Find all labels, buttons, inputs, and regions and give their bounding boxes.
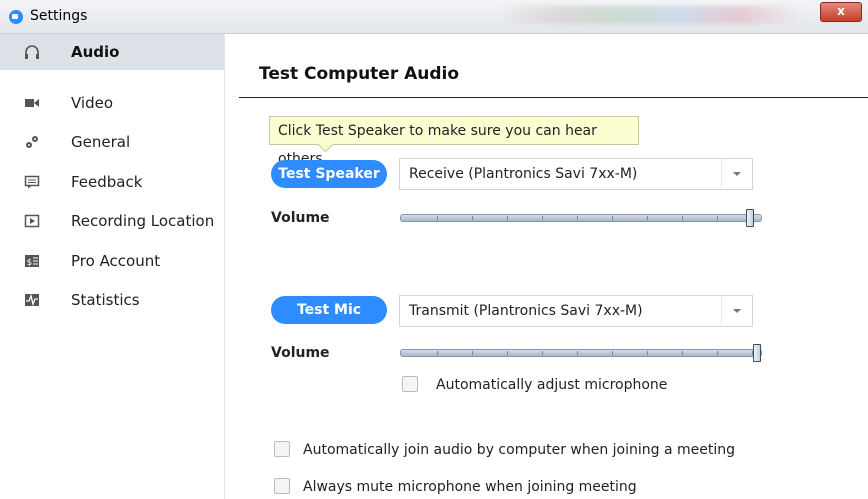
sidebar-item-pro-account[interactable]: $ Pro Account bbox=[0, 243, 224, 279]
mic-volume-label: Volume bbox=[271, 345, 330, 361]
window-title: Settings bbox=[30, 8, 88, 24]
test-speaker-tooltip: Click Test Speaker to make sure you can … bbox=[269, 116, 639, 167]
settings-sidebar: Audio Video General Feedback Recording L… bbox=[0, 34, 225, 499]
sidebar-item-statistics[interactable]: Statistics bbox=[0, 282, 224, 318]
zoom-app-icon bbox=[9, 10, 23, 24]
audio-settings-panel: Test Computer Audio Click Test Speaker t… bbox=[225, 34, 868, 499]
recording-location-icon bbox=[24, 214, 40, 228]
speaker-device-select[interactable]: Receive (Plantronics Savi 7xx-M) bbox=[399, 158, 753, 190]
mic-device-select[interactable]: Transmit (Plantronics Savi 7xx-M) bbox=[399, 295, 753, 327]
mic-volume-thumb[interactable] bbox=[753, 344, 761, 362]
chevron-down-icon[interactable] bbox=[721, 159, 752, 189]
gears-icon bbox=[24, 135, 40, 149]
pro-account-icon: $ bbox=[24, 254, 40, 268]
sidebar-item-label: Video bbox=[71, 94, 114, 112]
heading-divider bbox=[239, 97, 868, 98]
statistics-icon bbox=[24, 293, 40, 307]
sidebar-item-audio[interactable]: Audio bbox=[0, 34, 224, 70]
headphones-icon bbox=[24, 45, 40, 59]
svg-text:$: $ bbox=[27, 258, 33, 268]
sidebar-item-recording-location[interactable]: Recording Location bbox=[0, 203, 224, 239]
speaker-device-value: Receive (Plantronics Savi 7xx-M) bbox=[409, 166, 638, 182]
speaker-volume-slider[interactable] bbox=[400, 209, 762, 227]
sidebar-item-general[interactable]: General bbox=[0, 124, 224, 160]
page-title: Test Computer Audio bbox=[259, 64, 460, 84]
sidebar-item-label: Feedback bbox=[71, 173, 143, 191]
mic-device-value: Transmit (Plantronics Savi 7xx-M) bbox=[409, 303, 643, 319]
always-mute-checkbox[interactable] bbox=[274, 478, 290, 494]
auto-adjust-mic-label: Automatically adjust microphone bbox=[436, 377, 668, 393]
test-speaker-button[interactable]: Test Speaker bbox=[271, 160, 387, 188]
sidebar-item-label: Statistics bbox=[71, 291, 140, 309]
test-mic-button[interactable]: Test Mic bbox=[271, 296, 387, 324]
sidebar-item-label: Audio bbox=[71, 43, 120, 61]
sidebar-item-video[interactable]: Video bbox=[0, 85, 224, 121]
sidebar-item-feedback[interactable]: Feedback bbox=[0, 164, 224, 200]
auto-adjust-mic-checkbox[interactable] bbox=[402, 376, 418, 392]
sidebar-item-label: Recording Location bbox=[71, 212, 215, 230]
slider-ticks bbox=[403, 216, 759, 220]
auto-join-audio-label: Automatically join audio by computer whe… bbox=[303, 442, 736, 458]
slider-ticks bbox=[403, 351, 759, 355]
background-toolbar-blur bbox=[500, 6, 800, 24]
auto-join-audio-checkbox[interactable] bbox=[274, 441, 290, 457]
close-button[interactable]: x bbox=[820, 2, 862, 22]
speaker-volume-label: Volume bbox=[271, 210, 330, 226]
always-mute-label: Always mute microphone when joining meet… bbox=[303, 479, 637, 495]
mic-volume-slider[interactable] bbox=[400, 344, 762, 362]
speaker-volume-thumb[interactable] bbox=[746, 209, 754, 227]
sidebar-item-label: Pro Account bbox=[71, 252, 161, 270]
feedback-icon bbox=[24, 175, 40, 189]
sidebar-item-label: General bbox=[71, 133, 131, 151]
chevron-down-icon[interactable] bbox=[721, 296, 752, 326]
video-camera-icon bbox=[24, 96, 40, 110]
title-bar: Settings x bbox=[0, 0, 868, 34]
